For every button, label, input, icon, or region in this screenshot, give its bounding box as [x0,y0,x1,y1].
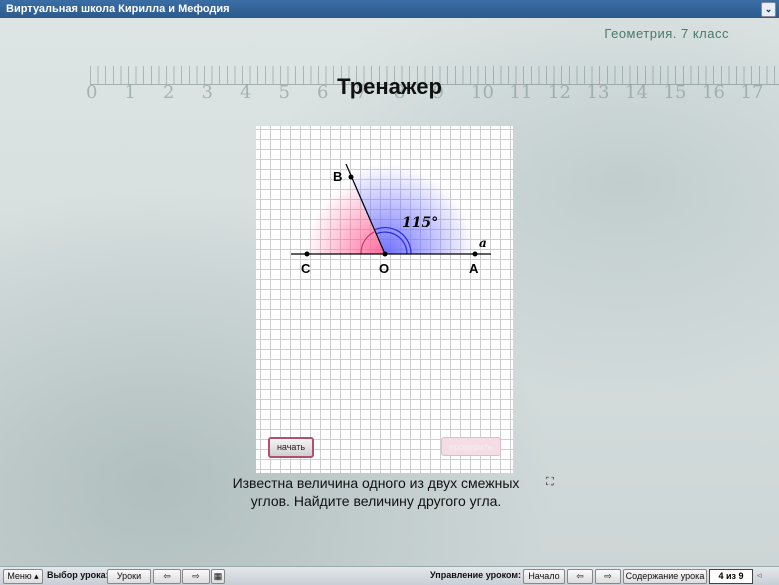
task-line-2: углов. Найдите величину другого угла. [250,493,502,509]
menu-button-label: Меню [7,571,32,581]
main-stage: Геометрия. 7 класс 0 1 2 3 4 5 6 7 8 9 10 11 12 13 14 1… [0,18,779,566]
check-button: проверить [441,437,501,456]
next-page-arrow-icon[interactable]: ⇨ [595,569,621,584]
label-line-a: a [479,236,487,250]
task-line-1: Известна величина одного из двух смежных [232,475,520,491]
calculator-icon[interactable]: ▦ [211,569,225,584]
menu-button[interactable]: Меню ▴ [3,569,43,584]
lesson-control-label: Управление уроком: [430,570,521,580]
lesson-select-label: Выбор урока: [47,570,109,580]
lessons-button[interactable]: Уроки [107,569,151,584]
prev-lesson-arrow-icon[interactable]: ⇦ [153,569,181,584]
lesson-start-button[interactable]: Начало [523,569,565,584]
label-b: B [333,169,342,184]
label-a: A [469,261,479,276]
point-c [304,251,310,257]
start-button[interactable]: начать [268,437,314,458]
title-bar: Виртуальная школа Кирилла и Мефодия ⌄ [0,0,779,18]
exercise-board: B C O A a 115° [256,126,513,473]
angle-figure: B C O A a 115° [291,163,491,276]
page-indicator: 4 из 9 [709,569,753,584]
app-title: Виртуальная школа Кирилла и Мефодия [6,3,230,15]
next-lesson-arrow-icon[interactable]: ⇨ [182,569,210,584]
lesson-contents-button[interactable]: Содержание урока [623,569,707,584]
window-menu-chevron-icon[interactable]: ⌄ [761,2,776,17]
subject-label: Геометрия. 7 класс [604,26,729,41]
point-a [472,251,478,257]
sound-icon[interactable]: ◃ [757,569,769,582]
task-text: Известна величина одного из двух смежных… [216,474,536,510]
bottom-toolbar: Меню ▴ Выбор урока: Уроки ⇦ ⇨ ▦ Управлен… [0,566,779,585]
label-c: C [301,261,311,276]
angle-value: 115° [402,215,438,231]
page-title: Тренажер [337,74,442,99]
point-o [382,251,388,257]
check-button-label: проверить [449,442,493,452]
fullscreen-expand-icon[interactable]: ⛶ [546,476,554,489]
prev-page-arrow-icon[interactable]: ⇦ [567,569,593,584]
point-b[interactable] [348,174,354,180]
label-o: O [379,261,389,276]
